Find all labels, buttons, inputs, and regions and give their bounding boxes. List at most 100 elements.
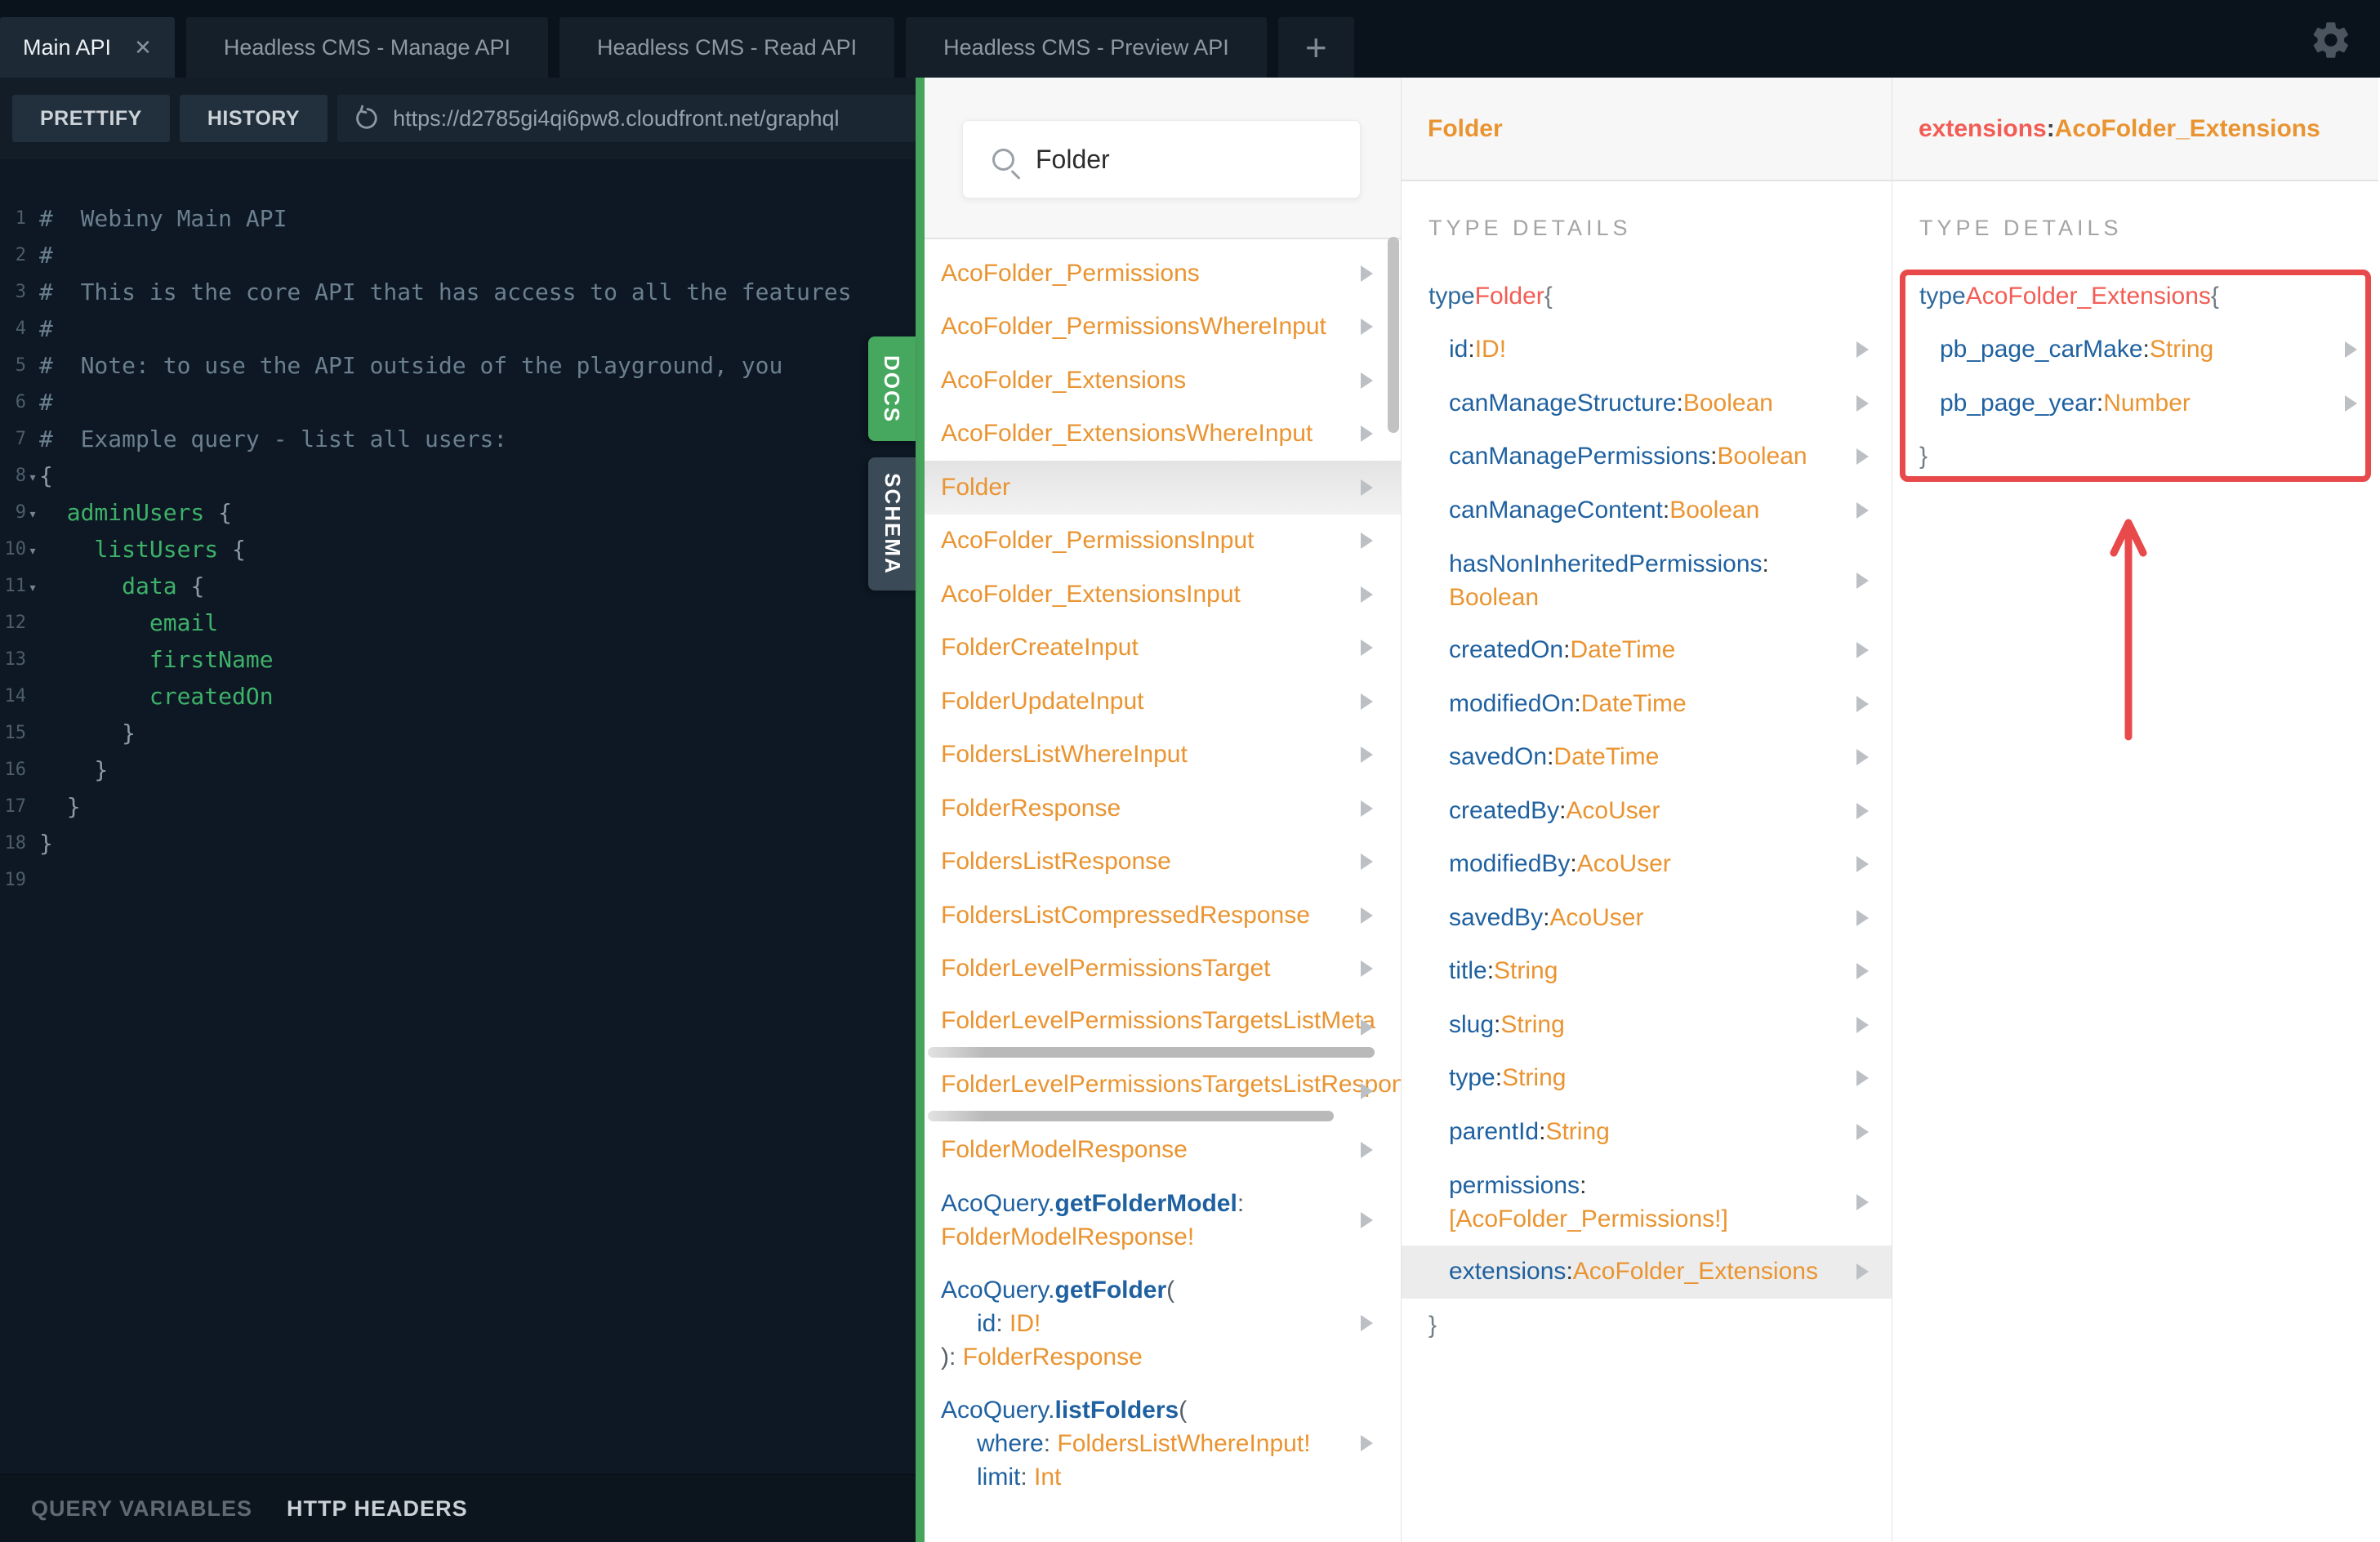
field-row[interactable]: slug: String xyxy=(1402,998,1892,1052)
list-item[interactable]: AcoQuery.getFolderModel: FolderModelRespo… xyxy=(925,1177,1401,1263)
field-row[interactable]: createdBy: AcoUser xyxy=(1402,784,1892,838)
field-row[interactable]: pb_page_carMake: String xyxy=(1892,323,2378,377)
code-text: # This is the core API that has access t… xyxy=(39,279,852,305)
list-item[interactable]: AcoFolder_ExtensionsInput xyxy=(925,568,1401,622)
chevron-right-icon xyxy=(1361,319,1373,336)
list-item[interactable]: FolderUpdateInput xyxy=(925,675,1401,729)
list-item[interactable]: FolderLevelPermissionsTarget xyxy=(925,943,1401,996)
list-item[interactable]: FolderLevelPermissionsTargetsListMeta xyxy=(925,996,1401,1059)
list-item[interactable]: FolderCreateInput xyxy=(925,622,1401,675)
code-text: } xyxy=(39,720,136,746)
colon: : xyxy=(1559,796,1567,824)
docs-vertical-scrollbar[interactable] xyxy=(1388,237,1399,433)
field-name: modifiedBy xyxy=(1449,850,1571,878)
list-item[interactable]: FoldersListWhereInput xyxy=(925,729,1401,782)
field-type: String xyxy=(1500,1010,1565,1038)
code-segment: listFolders xyxy=(1054,1396,1179,1424)
http-headers-tab[interactable]: HTTP HEADERS xyxy=(287,1496,468,1522)
code-segment: listUsers xyxy=(94,536,219,563)
item-line: where: FoldersListWhereInput! xyxy=(941,1427,1401,1460)
field-row[interactable]: savedOn: DateTime xyxy=(1402,731,1892,785)
type-name: AcoFolder_ExtensionsWhereInput xyxy=(941,420,1313,448)
fold-arrow-icon[interactable]: ▾ xyxy=(26,502,39,523)
list-item[interactable]: AcoFolder_PermissionsInput xyxy=(925,515,1401,568)
docs-side-tab[interactable]: DOCS xyxy=(868,336,916,441)
tab-headless-cms-preview-api[interactable]: Headless CMS - Preview API xyxy=(906,17,1267,78)
tab-headless-cms-read-api[interactable]: Headless CMS - Read API xyxy=(559,17,895,78)
schema-side-tab[interactable]: SCHEMA xyxy=(868,457,916,591)
list-item[interactable]: AcoFolder_PermissionsWhereInput xyxy=(925,301,1401,354)
settings-gear-icon[interactable] xyxy=(2310,19,2352,61)
list-item[interactable]: AcoFolder_Permissions xyxy=(925,247,1401,301)
code-segment: ( xyxy=(1166,1276,1175,1304)
field-row[interactable]: extensions: AcoFolder_Extensions xyxy=(1402,1245,1892,1299)
horizontal-scrollbar[interactable] xyxy=(928,1047,1375,1058)
type-name: AcoFolder_PermissionsWhereInput xyxy=(941,313,1326,341)
field-row[interactable]: canManagePermissions: Boolean xyxy=(1402,430,1892,484)
type-name: FolderLevelPermissionsTarget xyxy=(941,955,1271,983)
field-row[interactable]: hasNonInheritedPermissions: Boolean xyxy=(1402,537,1892,624)
horizontal-scrollbar[interactable] xyxy=(928,1111,1334,1121)
field-name: type xyxy=(1449,1064,1495,1092)
field-row[interactable]: modifiedOn: DateTime xyxy=(1402,677,1892,731)
field-row[interactable]: id: ID! xyxy=(1402,323,1892,377)
docs-search-input[interactable]: Folder xyxy=(962,120,1361,198)
list-item[interactable]: FolderModelResponse xyxy=(925,1123,1401,1177)
query-variables-tab[interactable]: QUERY VARIABLES xyxy=(31,1496,252,1522)
list-item[interactable]: AcoFolder_Extensions xyxy=(925,354,1401,408)
list-item[interactable]: FolderLevelPermissionsTargetsListRespons… xyxy=(925,1059,1401,1123)
list-item[interactable]: AcoQuery.listFolders(where: FoldersListW… xyxy=(925,1384,1401,1504)
code-segment: { xyxy=(218,536,246,563)
field-row[interactable]: canManageContent: Boolean xyxy=(1402,484,1892,537)
field-row[interactable]: parentId: String xyxy=(1402,1105,1892,1159)
chevron-right-icon xyxy=(1361,265,1373,282)
field-name: pb_page_year xyxy=(1940,389,2097,417)
field-row[interactable]: permissions: [AcoFolder_Permissions!] xyxy=(1402,1159,1892,1246)
endpoint-url-bar[interactable]: https://d2785gi4qi6pw8.cloudfront.net/gr… xyxy=(337,95,916,142)
field-row[interactable]: canManageStructure: Boolean xyxy=(1402,377,1892,430)
field-row[interactable]: pb_page_year: Number xyxy=(1892,377,2378,430)
colon: : xyxy=(1563,636,1571,664)
chevron-right-icon xyxy=(1856,341,1869,359)
tab-main-api[interactable]: Main API ✕ xyxy=(0,17,175,78)
field-row[interactable]: modifiedBy: AcoUser xyxy=(1402,838,1892,892)
prettify-button[interactable]: PRETTIFY xyxy=(12,95,170,142)
chevron-right-icon xyxy=(1856,572,1869,589)
list-item[interactable]: AcoFolder_ExtensionsWhereInput xyxy=(925,408,1401,461)
chevron-right-icon xyxy=(1361,693,1373,710)
field-row[interactable]: title: String xyxy=(1402,945,1892,999)
chevron-right-icon xyxy=(1361,372,1373,389)
field-row[interactable]: createdOn: DateTime xyxy=(1402,624,1892,678)
fold-arrow-icon[interactable]: ▾ xyxy=(26,466,39,486)
docs-panel-divider[interactable] xyxy=(916,78,925,1542)
list-item[interactable]: FoldersListCompressedResponse xyxy=(925,889,1401,943)
field-row[interactable]: type: String xyxy=(1402,1052,1892,1106)
tab-headless-cms-manage-api[interactable]: Headless CMS - Manage API xyxy=(185,17,549,78)
tab-label: Main API xyxy=(23,34,112,60)
list-item[interactable]: FoldersListResponse xyxy=(925,836,1401,889)
code-text: data { xyxy=(39,573,204,599)
query-editor[interactable]: 1 # Webiny Main API 2 #3 # This is the core … xyxy=(0,159,916,1474)
history-button[interactable]: HISTORY xyxy=(179,95,328,142)
panel-title: Folder xyxy=(1428,114,1503,142)
fold-arrow-icon[interactable]: ▾ xyxy=(26,539,39,559)
fold-arrow-icon[interactable]: ▾ xyxy=(26,576,39,596)
field-name: permissions xyxy=(1449,1171,1580,1199)
field-type: String xyxy=(1494,957,1558,985)
code-text: } xyxy=(39,830,53,857)
new-tab-button[interactable]: + xyxy=(1277,17,1354,78)
field-row[interactable]: savedBy: AcoUser xyxy=(1402,891,1892,945)
field-type: Boolean xyxy=(1717,443,1807,470)
close-icon[interactable]: ✕ xyxy=(134,37,152,58)
field-type: String xyxy=(1545,1117,1610,1145)
chevron-right-icon xyxy=(1361,1141,1373,1158)
list-item[interactable]: FolderResponse xyxy=(925,782,1401,836)
search-value: Folder xyxy=(1036,144,1110,174)
list-item[interactable]: Folder xyxy=(925,461,1401,515)
list-item[interactable]: AcoQuery.getFolder(id: ID!): FolderRespo… xyxy=(925,1263,1401,1384)
code-segment: getFolder xyxy=(1054,1276,1167,1304)
line-number: 16 xyxy=(4,760,27,780)
